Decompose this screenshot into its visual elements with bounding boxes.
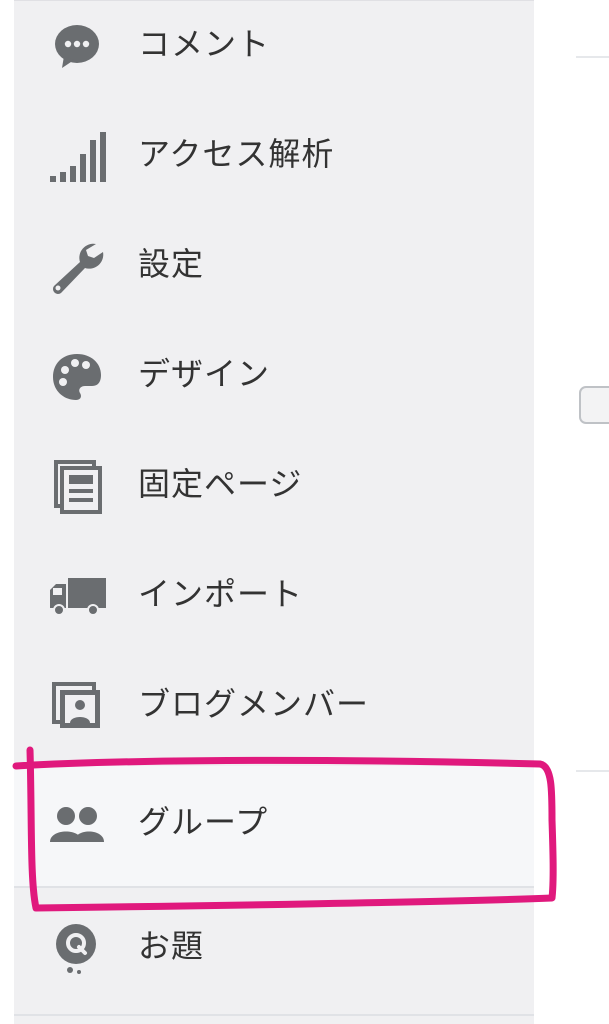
wrench-icon [53,243,104,294]
page: コメント アクセス解析 設定 デザイン 固定ページ インポート ブログメンバー … [0,0,609,1024]
truck-icon [50,578,106,616]
sidebar-item-label: グループ [138,803,269,841]
palette-icon [53,354,101,400]
sidebar-item-analytics[interactable]: アクセス解析 [14,102,534,212]
sidebar-item-settings[interactable]: 設定 [14,212,534,322]
sidebar-item-group[interactable]: グループ [14,766,534,886]
sidebar-item-label: デザイン [138,355,271,393]
menu-divider [14,886,534,888]
sidebar-item-label: インポート [138,575,304,613]
sidebar-item-fixed-page[interactable]: 固定ページ [14,432,534,542]
page-document-icon [54,460,102,514]
sidebar-item-blog-members[interactable]: ブログメンバー [14,652,534,762]
sidebar-item-import[interactable]: インポート [14,542,534,652]
sidebar-item-design[interactable]: デザイン [14,322,534,432]
menu-divider-bottom [14,1014,534,1016]
sidebar-item-label: お題 [138,927,205,965]
q-bubble-icon [56,924,96,974]
sidebar-item-label: 固定ページ [138,465,303,503]
sidebar-item-label: コメント [138,25,271,63]
member-portrait-icon [52,682,100,728]
sidebar-item-comment[interactable]: コメント [14,0,534,102]
signal-bars-icon [50,132,106,182]
group-users-icon [50,807,104,842]
sidebar-item-theme[interactable]: お題 [14,894,534,1004]
left-gutter [0,0,14,1024]
sidebar-item-label: アクセス解析 [138,135,335,173]
content-divider [576,770,609,772]
content-button[interactable] [579,386,609,424]
main-content-edge [534,0,609,1024]
comment-bubble-icon [55,25,99,68]
sidebar-item-label: 設定 [138,245,205,283]
sidebar-item-label: ブログメンバー [138,685,370,723]
content-divider [576,56,609,58]
